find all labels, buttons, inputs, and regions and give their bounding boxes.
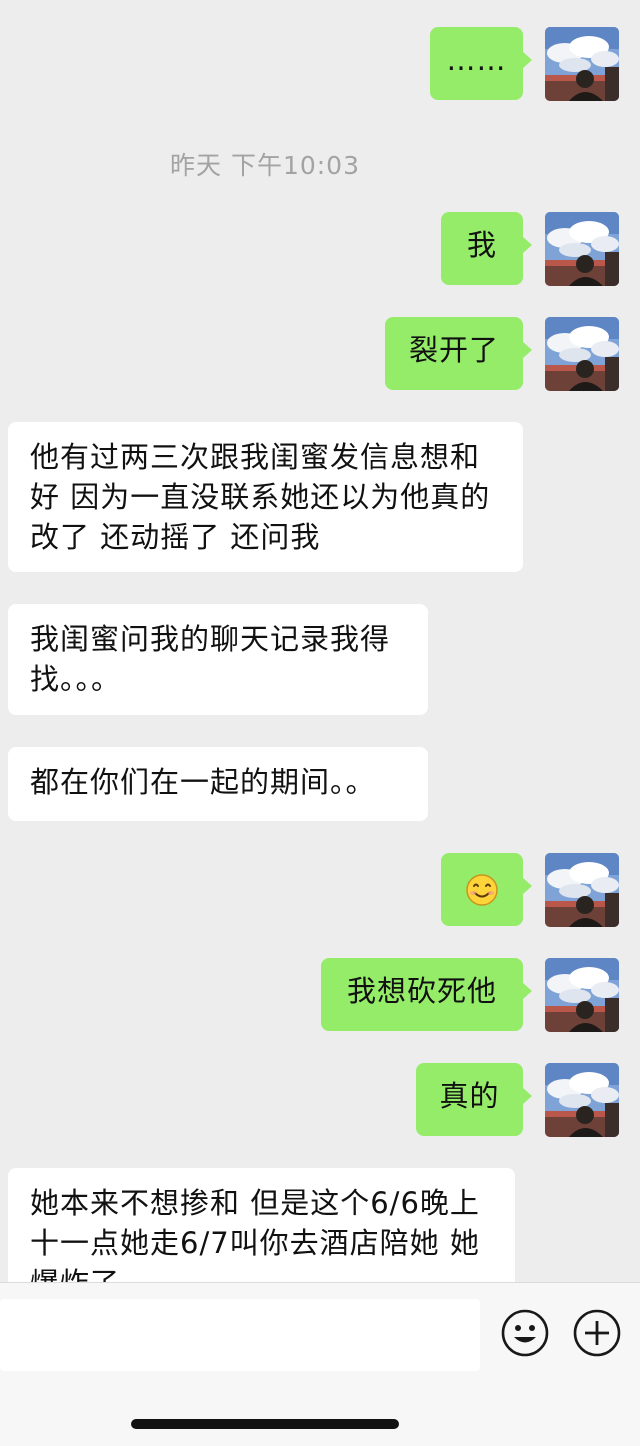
emoji-face-icon[interactable] bbox=[500, 1308, 550, 1358]
message-bubble-outgoing[interactable]: …… bbox=[430, 27, 532, 100]
message-text: 真的 bbox=[439, 1079, 500, 1113]
message-text: 我 bbox=[466, 228, 497, 262]
home-indicator[interactable] bbox=[131, 1419, 399, 1429]
message-bubble-incoming[interactable]: 我闺蜜问我的聊天记录我得找。。。 bbox=[8, 604, 428, 715]
timestamp: 昨天 下午10:03 bbox=[170, 151, 360, 180]
message-text: …… bbox=[446, 43, 507, 77]
avatar[interactable] bbox=[545, 1063, 619, 1137]
message-text: 我闺蜜问我的聊天记录我得找。。。 bbox=[30, 622, 391, 696]
message-bubble-outgoing[interactable]: 我 bbox=[441, 212, 532, 285]
avatar[interactable] bbox=[545, 27, 619, 101]
message-bubble-incoming[interactable]: 都在你们在一起的期间。。 bbox=[8, 747, 428, 821]
message-bubble-outgoing[interactable] bbox=[441, 853, 532, 926]
smile-emoji-icon bbox=[466, 874, 498, 906]
input-toolbar bbox=[0, 1282, 640, 1446]
avatar[interactable] bbox=[545, 853, 619, 927]
avatar[interactable] bbox=[545, 958, 619, 1032]
avatar[interactable] bbox=[545, 212, 619, 286]
message-text: 都在你们在一起的期间。。 bbox=[30, 765, 376, 799]
message-bubble-incoming[interactable]: 他有过两三次跟我闺蜜发信息想和好 因为一直没联系她还以为他真的改了 还动摇了 还… bbox=[8, 422, 523, 572]
message-input[interactable] bbox=[0, 1299, 480, 1371]
message-text: 他有过两三次跟我闺蜜发信息想和好 因为一直没联系她还以为他真的改了 还动摇了 还… bbox=[30, 440, 491, 554]
message-bubble-outgoing[interactable]: 裂开了 bbox=[385, 317, 532, 390]
plus-icon[interactable] bbox=[572, 1308, 622, 1358]
message-text: 裂开了 bbox=[408, 333, 499, 367]
message-bubble-outgoing[interactable]: 我想砍死他 bbox=[321, 958, 532, 1031]
avatar[interactable] bbox=[545, 317, 619, 391]
message-bubble-outgoing[interactable]: 真的 bbox=[416, 1063, 532, 1136]
message-text: 我想砍死他 bbox=[346, 974, 497, 1008]
